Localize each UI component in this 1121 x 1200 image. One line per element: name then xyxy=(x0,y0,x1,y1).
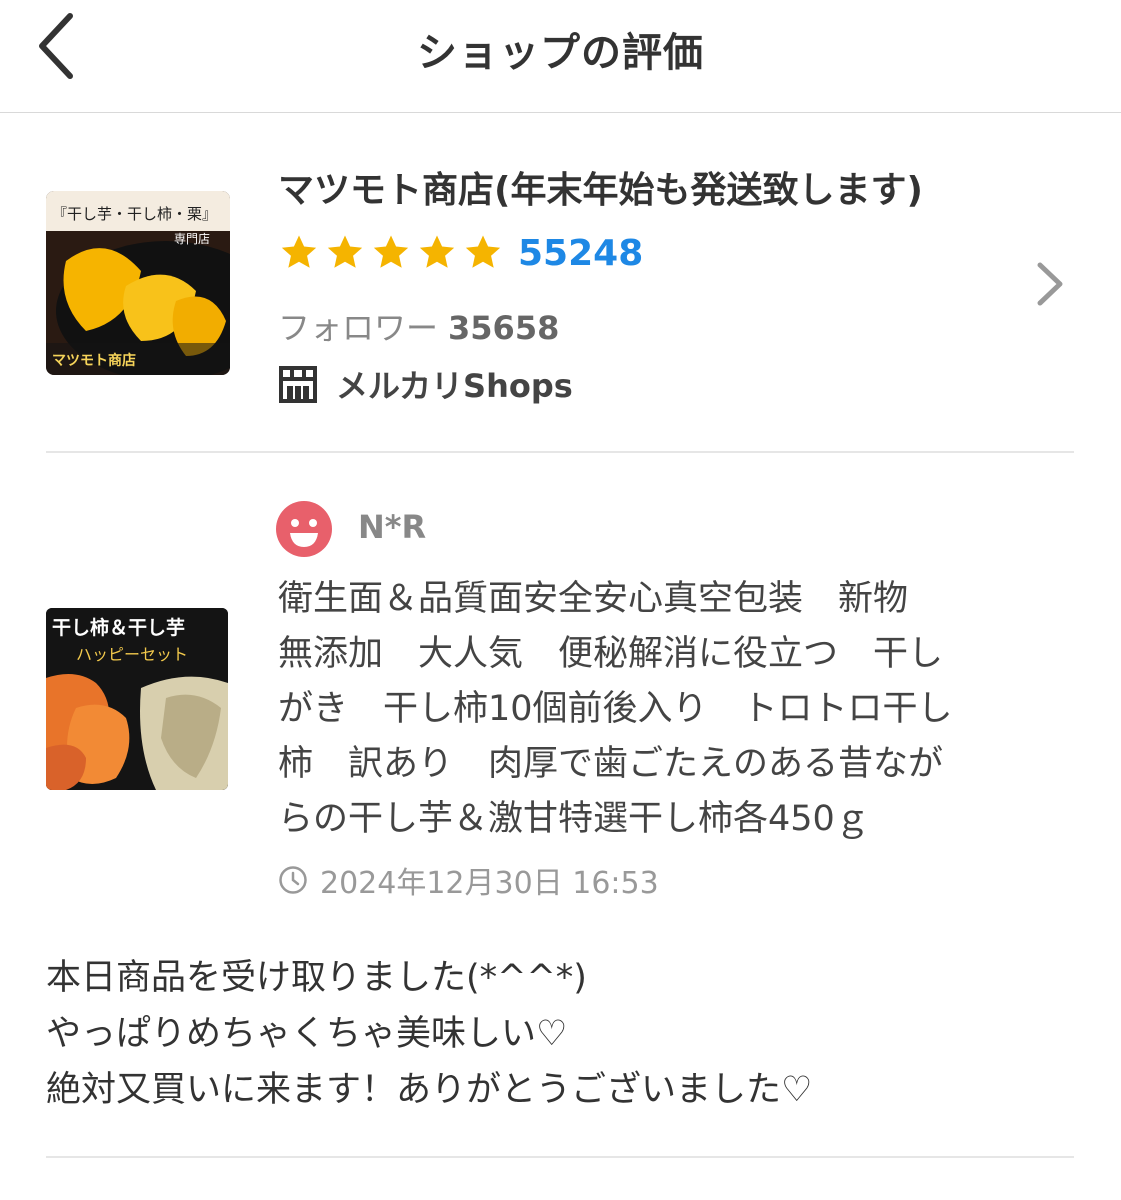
followers-label: フォロワー xyxy=(278,309,439,347)
rating-row: 55248 xyxy=(278,231,643,275)
followers-count: 35658 xyxy=(448,309,560,347)
product-title-line: 無添加 大人気 便秘解消に役立つ 干し xyxy=(278,634,944,674)
page-title: ショップの評価 xyxy=(417,30,704,76)
shop-thumbnail: 『干し芋・干し柿・栗』 専門店 マツモト商店 xyxy=(46,191,230,375)
product-thumb-caption-1: 干し柿＆干し芋 xyxy=(52,616,185,639)
star-icon xyxy=(373,235,409,268)
product-title-line: 柿 訳あり 肉厚で歯ごたえのある昔なが xyxy=(278,744,944,784)
review-comment-line: 絶対又買いに来ます！ありがとうございました♡ xyxy=(46,1070,813,1110)
product-thumbnail-image: 干し柿＆干し芋 ハッピーセット xyxy=(46,608,228,790)
app-header: ショップの評価 xyxy=(0,0,1121,113)
star-icon xyxy=(281,235,317,268)
shop-storefront-icon xyxy=(279,366,317,403)
followers: フォロワー 35658 xyxy=(278,303,559,349)
reviewer-avatar[interactable] xyxy=(276,501,332,557)
product-thumbnail[interactable]: 干し柿＆干し芋 ハッピーセット xyxy=(46,608,228,790)
product-title-line: らの干し芋＆激甘特選干し柿各450ｇ xyxy=(278,799,870,839)
review-timestamp: 2024年12月30日 16:53 xyxy=(278,858,659,902)
review-comment: 本日商品を受け取りました(*^^*) やっぱりめちゃくちゃ美味しい♡ 絶対又買い… xyxy=(46,950,1076,1118)
clock-icon xyxy=(279,866,307,894)
product-title-line: がき 干し柿10個前後入り トロトロ干し xyxy=(278,689,953,729)
section-divider xyxy=(46,1156,1074,1158)
thumb-caption-bottom: マツモト商店 xyxy=(52,352,136,369)
star-icon xyxy=(465,235,501,268)
thumb-caption-sub: 専門店 xyxy=(174,232,210,246)
reviewer-name[interactable]: N*R xyxy=(358,508,426,546)
thumb-caption-top: 『干し芋・干し柿・栗』 xyxy=(52,205,217,223)
star-icon xyxy=(327,235,363,268)
chevron-right-icon xyxy=(1037,262,1063,306)
platform-label: メルカリShops xyxy=(336,367,573,405)
shop-name: マツモト商店(年末年始も発送致します) xyxy=(278,170,923,211)
timestamp-text: 2024年12月30日 16:53 xyxy=(320,866,659,901)
platform-badge: メルカリShops xyxy=(278,361,573,407)
rating-count: 55248 xyxy=(518,232,644,274)
product-title-line: 衛生面＆品質面安全安心真空包装 新物 xyxy=(278,579,909,619)
product-thumb-caption-2: ハッピーセット xyxy=(76,645,188,664)
shop-thumbnail-image: 『干し芋・干し柿・栗』 専門店 マツモト商店 xyxy=(46,191,230,375)
review-comment-line: やっぱりめちゃくちゃ美味しい♡ xyxy=(46,1014,568,1054)
product-title[interactable]: 衛生面＆品質面安全安心真空包装 新物 無添加 大人気 便秘解消に役立つ 干し が… xyxy=(278,572,1058,847)
shop-card[interactable]: 『干し芋・干し柿・栗』 専門店 マツモト商店 マツモト商店(年末年始も発送致しま… xyxy=(0,113,1121,451)
star-icon xyxy=(419,235,455,268)
section-divider xyxy=(46,451,1074,453)
review-comment-line: 本日商品を受け取りました(*^^*) xyxy=(46,958,587,998)
